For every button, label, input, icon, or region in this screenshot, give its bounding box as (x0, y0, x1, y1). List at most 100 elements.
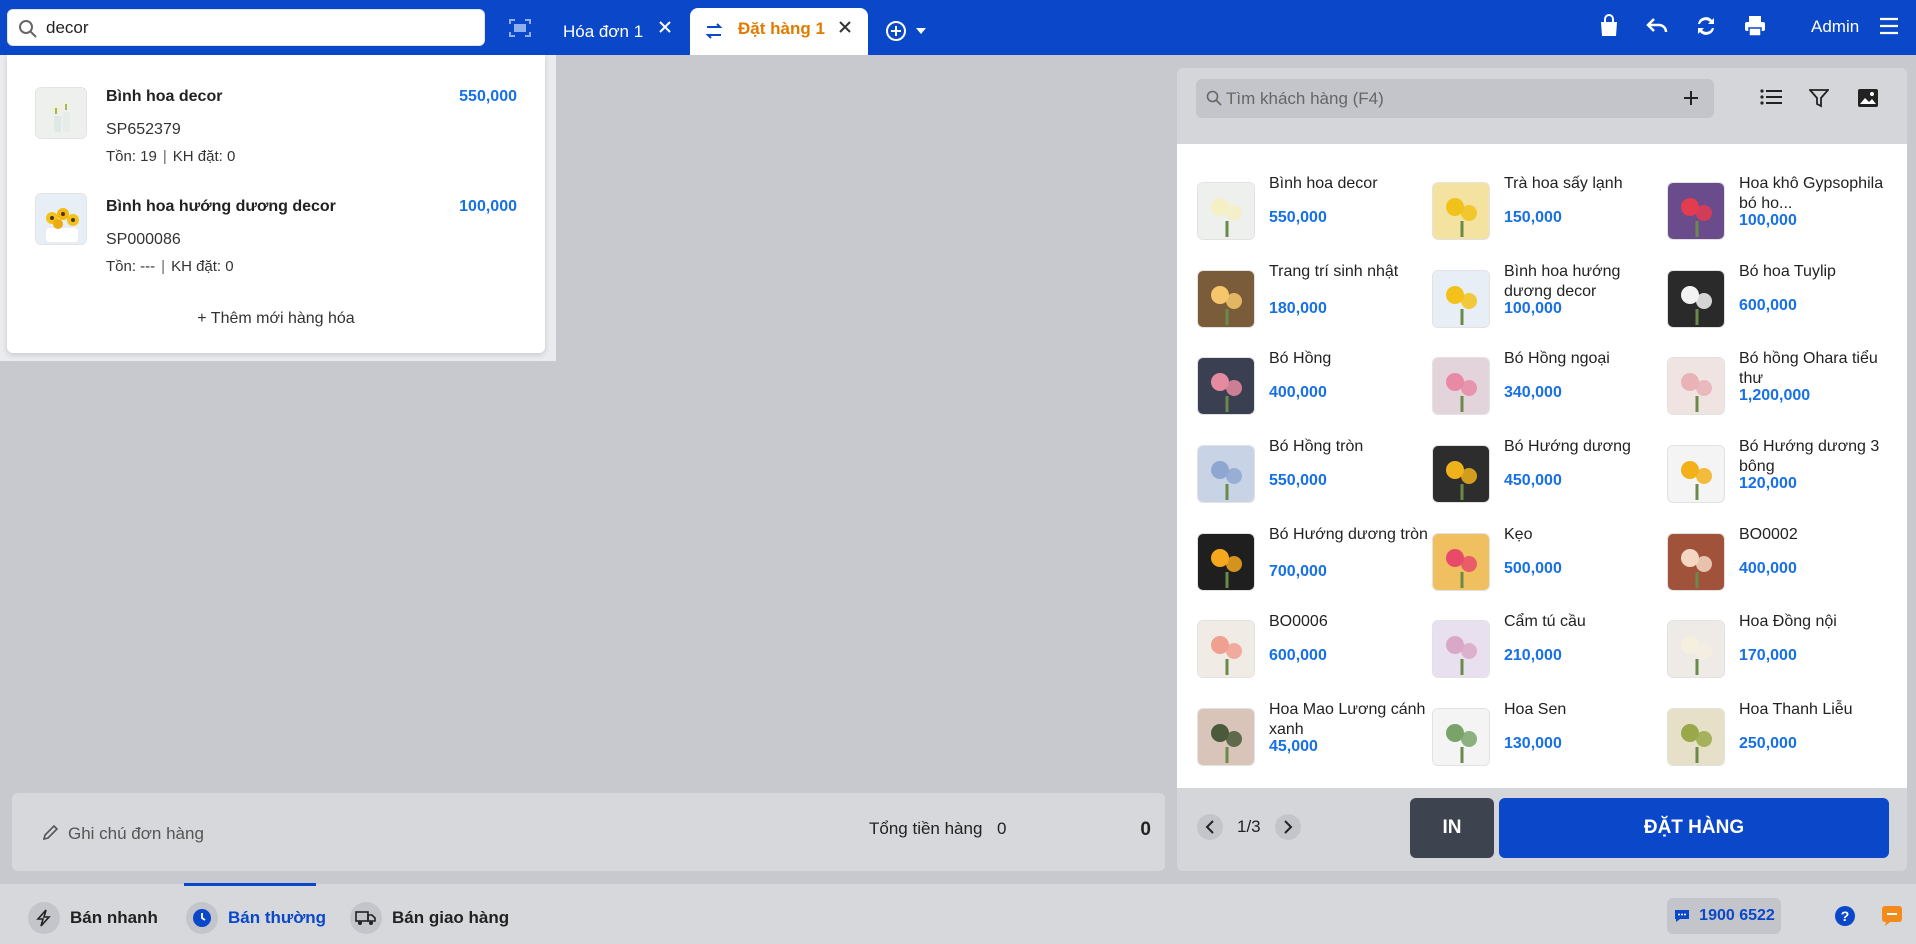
place-order-button[interactable]: ĐẶT HÀNG (1499, 798, 1889, 858)
bottom-nav: Bán nhanh Bán thường Bán giao hàng (0, 884, 1916, 944)
product-card[interactable]: Bình hoa decor 550,000 (1197, 175, 1432, 262)
product-name: Cẩm tú cầu (1504, 613, 1586, 630)
printer-icon[interactable] (1743, 14, 1767, 38)
chevron-right-icon (1283, 820, 1293, 834)
product-price: 600,000 (1739, 297, 1797, 314)
list-view-icon[interactable] (1760, 88, 1782, 106)
product-name: Bó Hướng dương (1504, 438, 1631, 455)
product-search-input[interactable] (46, 16, 466, 40)
svg-text:?: ? (1841, 908, 1850, 924)
print-button[interactable]: IN (1410, 798, 1494, 858)
undo-icon[interactable] (1645, 14, 1669, 38)
close-icon[interactable] (838, 20, 852, 34)
tab-label: Hóa đơn 1 (563, 21, 644, 41)
menu-icon[interactable] (1879, 17, 1899, 35)
tab-order-1[interactable]: Đặt hàng 1 (690, 8, 868, 55)
product-name: Bó hồng Ohara tiểu thư (1739, 350, 1878, 387)
product-price: 130,000 (1504, 735, 1562, 752)
nav-label: Bán thường (228, 908, 327, 927)
nav-label: Bán giao hàng (392, 908, 510, 927)
total-value: 0 (1140, 819, 1151, 840)
search-result-item[interactable]: Bình hoa decor 550,000 SP652379 Tồn: 19 |… (7, 55, 545, 165)
product-card[interactable]: Hoa Thanh Liễu 250,000 (1667, 701, 1902, 788)
product-price: 170,000 (1739, 647, 1797, 664)
swap-icon (705, 23, 723, 39)
product-image (1432, 182, 1490, 240)
prev-page-button[interactable] (1197, 814, 1223, 840)
order-summary-bar: Ghi chú đơn hàng Tổng tiền hàng 0 0 (12, 793, 1165, 871)
search-icon (1206, 90, 1222, 106)
tab-invoice-1[interactable]: Hóa đơn 1 (555, 8, 685, 55)
customer-search[interactable]: Tìm khách hàng (F4) (1196, 79, 1714, 118)
product-price: 400,000 (1739, 560, 1797, 577)
nav-label: Bán nhanh (70, 908, 158, 927)
help-icon[interactable]: ? (1834, 905, 1856, 927)
next-page-button[interactable] (1274, 814, 1301, 840)
top-bar: Hóa đơn 1 Đặt hàng 1 Admin (0, 0, 1916, 55)
product-card[interactable]: Hoa Mao Lương cánh xanh 45,000 (1197, 701, 1432, 788)
result-stock: Tồn: --- | KH đặt: 0 (106, 258, 234, 275)
product-name: Bình hoa decor (1269, 175, 1378, 192)
lightning-icon (36, 909, 51, 927)
product-card[interactable]: BO0002 400,000 (1667, 526, 1902, 613)
chat-bubble-icon (1675, 910, 1690, 922)
product-price: 550,000 (1269, 472, 1327, 489)
product-image (1667, 708, 1725, 766)
product-card[interactable]: BO0006 600,000 (1197, 613, 1432, 700)
user-name[interactable]: Admin (1811, 17, 1859, 37)
product-image (1197, 708, 1255, 766)
product-card[interactable]: Hoa Đồng nội 170,000 (1667, 613, 1902, 700)
product-price: 210,000 (1504, 647, 1562, 664)
add-customer-icon[interactable] (1680, 87, 1702, 109)
product-card[interactable]: Bó Hồng ngoại 340,000 (1432, 350, 1667, 437)
product-card[interactable]: Hoa khô Gypsophila bó ho... 100,000 (1667, 175, 1902, 262)
result-name: Bình hoa hướng dương decor (106, 198, 336, 215)
total-label: Tổng tiền hàng (869, 819, 983, 838)
product-price: 450,000 (1504, 472, 1562, 489)
scan-icon (509, 19, 531, 37)
product-card[interactable]: Kẹo 500,000 (1432, 526, 1667, 613)
product-card[interactable]: Cẩm tú cầu 210,000 (1432, 613, 1667, 700)
product-card[interactable]: Bó Hướng dương 3 bông 120,000 (1667, 438, 1902, 525)
add-new-product-link[interactable]: + Thêm mới hàng hóa (7, 310, 545, 328)
barcode-scan-button[interactable] (500, 13, 540, 43)
product-image (1197, 533, 1255, 591)
feedback-icon[interactable] (1881, 905, 1903, 927)
product-card[interactable]: Trang trí sinh nhật 180,000 (1197, 263, 1432, 350)
refresh-icon[interactable] (1694, 14, 1718, 38)
product-image (1432, 270, 1490, 328)
nav-normal-sale[interactable]: Bán thường (186, 902, 326, 934)
product-price: 250,000 (1739, 735, 1797, 752)
product-price: 180,000 (1269, 300, 1327, 317)
product-card[interactable]: Bó Hồng 400,000 (1197, 350, 1432, 437)
order-note-input[interactable]: Ghi chú đơn hàng (68, 824, 204, 844)
nav-delivery-sale[interactable]: Bán giao hàng (350, 902, 509, 934)
result-code: SP000086 (106, 231, 181, 248)
hotline-button[interactable]: 1900 6522 (1667, 898, 1781, 934)
product-card[interactable]: Bó Hồng tròn 550,000 (1197, 438, 1432, 525)
search-result-item[interactable]: Bình hoa hướng dương decor 100,000 SP000… (7, 165, 545, 275)
product-image (1197, 445, 1255, 503)
product-price: 100,000 (1739, 212, 1797, 229)
product-grid: Bình hoa decor 550,000 Trà hoa sấy lạnh 150… (1177, 144, 1907, 788)
bag-icon[interactable] (1598, 14, 1620, 38)
product-price: 500,000 (1504, 560, 1562, 577)
product-name: BO0002 (1739, 526, 1798, 543)
product-card[interactable]: Hoa Sen 130,000 (1432, 701, 1667, 788)
product-name: Hoa Thanh Liễu (1739, 701, 1853, 718)
close-icon[interactable] (658, 20, 672, 34)
product-name: BO0006 (1269, 613, 1328, 630)
product-card[interactable]: Bó Hướng dương tròn 700,000 (1197, 526, 1432, 613)
product-search[interactable] (7, 9, 485, 46)
image-view-icon[interactable] (1857, 88, 1879, 108)
add-tab-button[interactable] (885, 20, 927, 42)
product-card[interactable]: Trà hoa sấy lạnh 150,000 (1432, 175, 1667, 262)
product-card[interactable]: Bình hoa hướng dương decor 100,000 (1432, 263, 1667, 350)
nav-quick-sale[interactable]: Bán nhanh (28, 902, 158, 934)
product-card[interactable]: Bó hồng Ohara tiểu thư 1,200,000 (1667, 350, 1902, 437)
product-image (1667, 270, 1725, 328)
product-card[interactable]: Bó Hướng dương 450,000 (1432, 438, 1667, 525)
product-name: Trang trí sinh nhật (1269, 263, 1399, 280)
product-card[interactable]: Bó hoa Tuylip 600,000 (1667, 263, 1902, 350)
filter-icon[interactable] (1809, 88, 1829, 108)
